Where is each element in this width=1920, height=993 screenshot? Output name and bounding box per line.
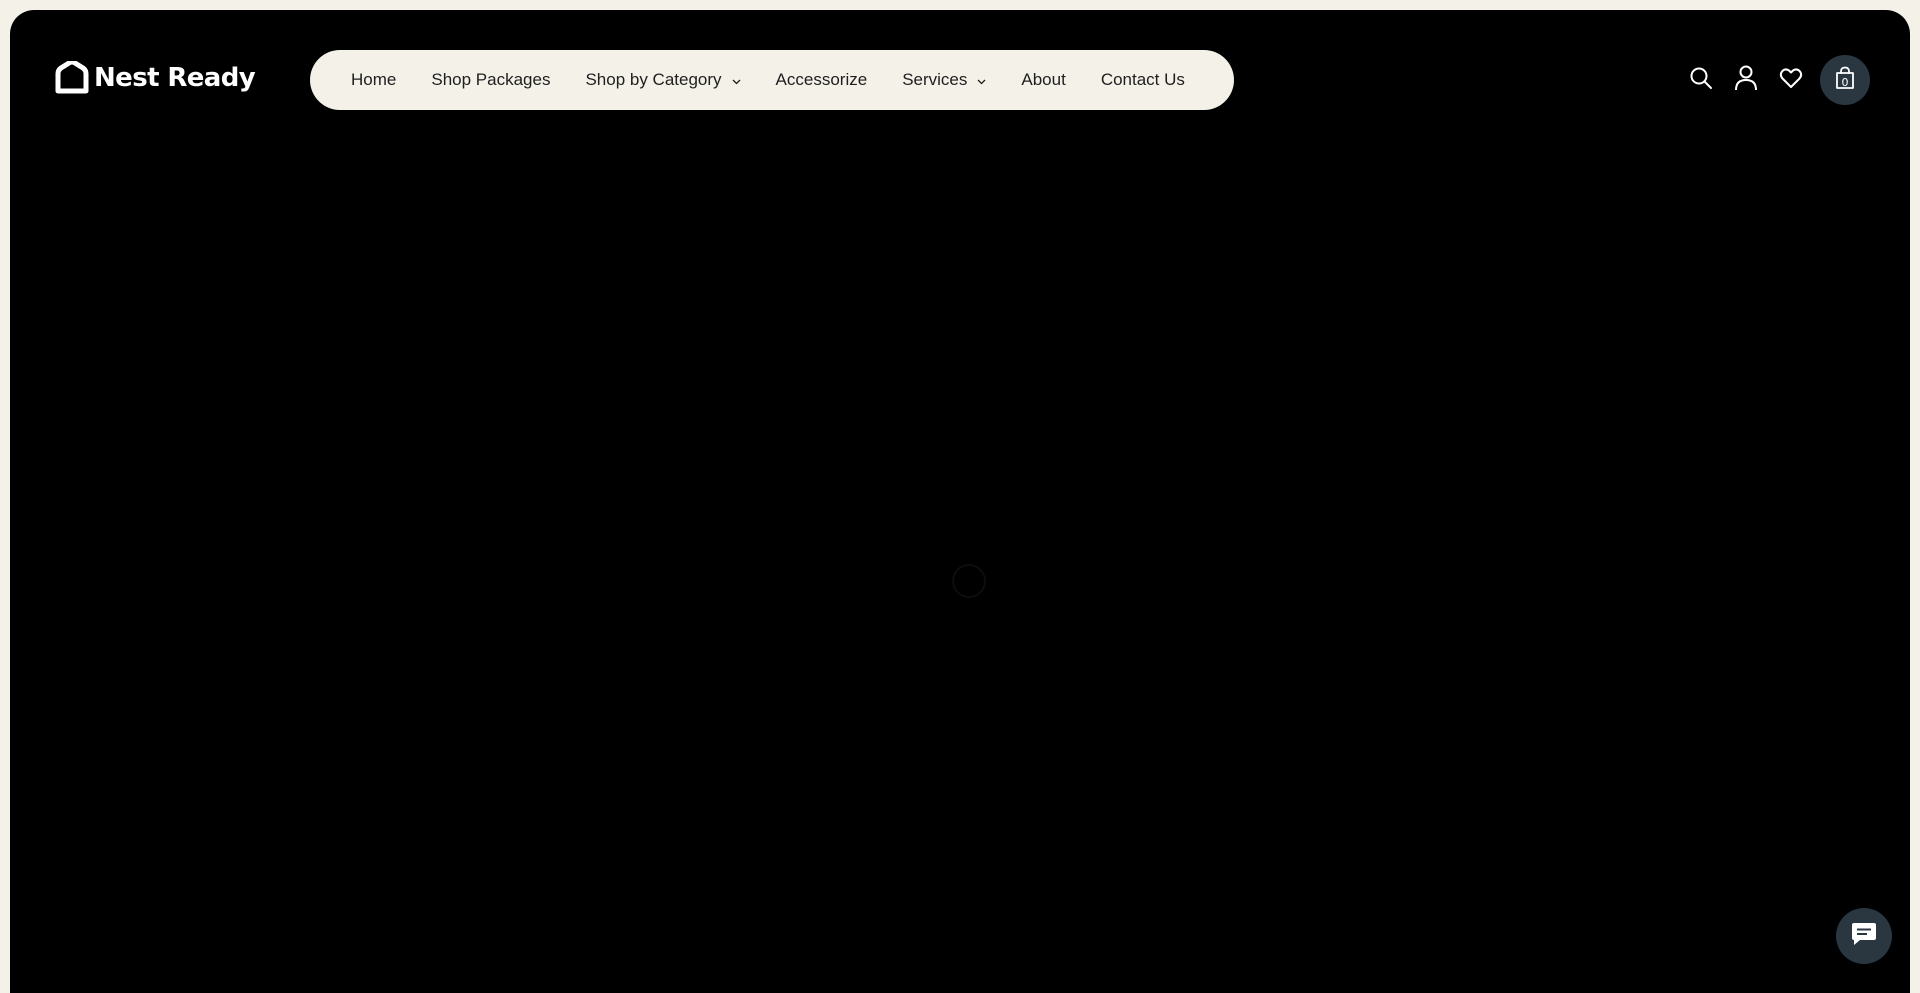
user-icon — [1734, 65, 1758, 96]
chevron-down-icon — [732, 70, 741, 90]
nav-item-about[interactable]: About — [1021, 70, 1065, 90]
nav-item-label: Shop Packages — [431, 70, 551, 89]
nav-item-label: Home — [351, 70, 397, 89]
nav-item-home[interactable]: Home — [351, 70, 396, 90]
search-button[interactable] — [1686, 65, 1716, 95]
nav-item-shop-packages[interactable]: Shop Packages — [431, 70, 550, 90]
brand-name: Nest Ready — [94, 63, 256, 93]
nav-item-label: Contact Us — [1100, 70, 1185, 89]
nav-item-shop-by-category[interactable]: Shop by Category — [585, 70, 741, 90]
main-navigation: Home Shop Packages Shop by Category Acce… — [310, 50, 1234, 110]
cart-count-badge: 0 — [1841, 76, 1849, 89]
search-icon — [1689, 66, 1713, 95]
nav-item-label: Shop by Category — [585, 70, 722, 89]
header-actions: 0 — [1671, 55, 1870, 105]
nav-item-accessorize[interactable]: Accessorize — [776, 70, 868, 90]
nav-item-services[interactable]: Services — [902, 70, 986, 90]
nav-item-contact-us[interactable]: Contact Us — [1101, 70, 1185, 90]
chevron-down-icon — [977, 70, 986, 90]
nav-item-label: Services — [902, 70, 968, 89]
chat-button[interactable] — [1836, 908, 1892, 964]
hero-frame: Nest Ready Home Shop Packages Shop by Ca… — [10, 10, 1910, 993]
chat-bubble-icon — [1851, 922, 1877, 951]
nav-item-label: About — [1021, 70, 1066, 89]
heart-icon — [1779, 67, 1803, 94]
nav-item-label: Accessorize — [775, 70, 868, 89]
house-logo-icon — [54, 61, 90, 95]
brand-logo[interactable]: Nest Ready — [54, 61, 256, 95]
account-button[interactable] — [1731, 65, 1761, 95]
cart-button[interactable]: 0 — [1820, 55, 1870, 105]
wishlist-button[interactable] — [1776, 65, 1806, 95]
loading-spinner — [952, 564, 986, 598]
